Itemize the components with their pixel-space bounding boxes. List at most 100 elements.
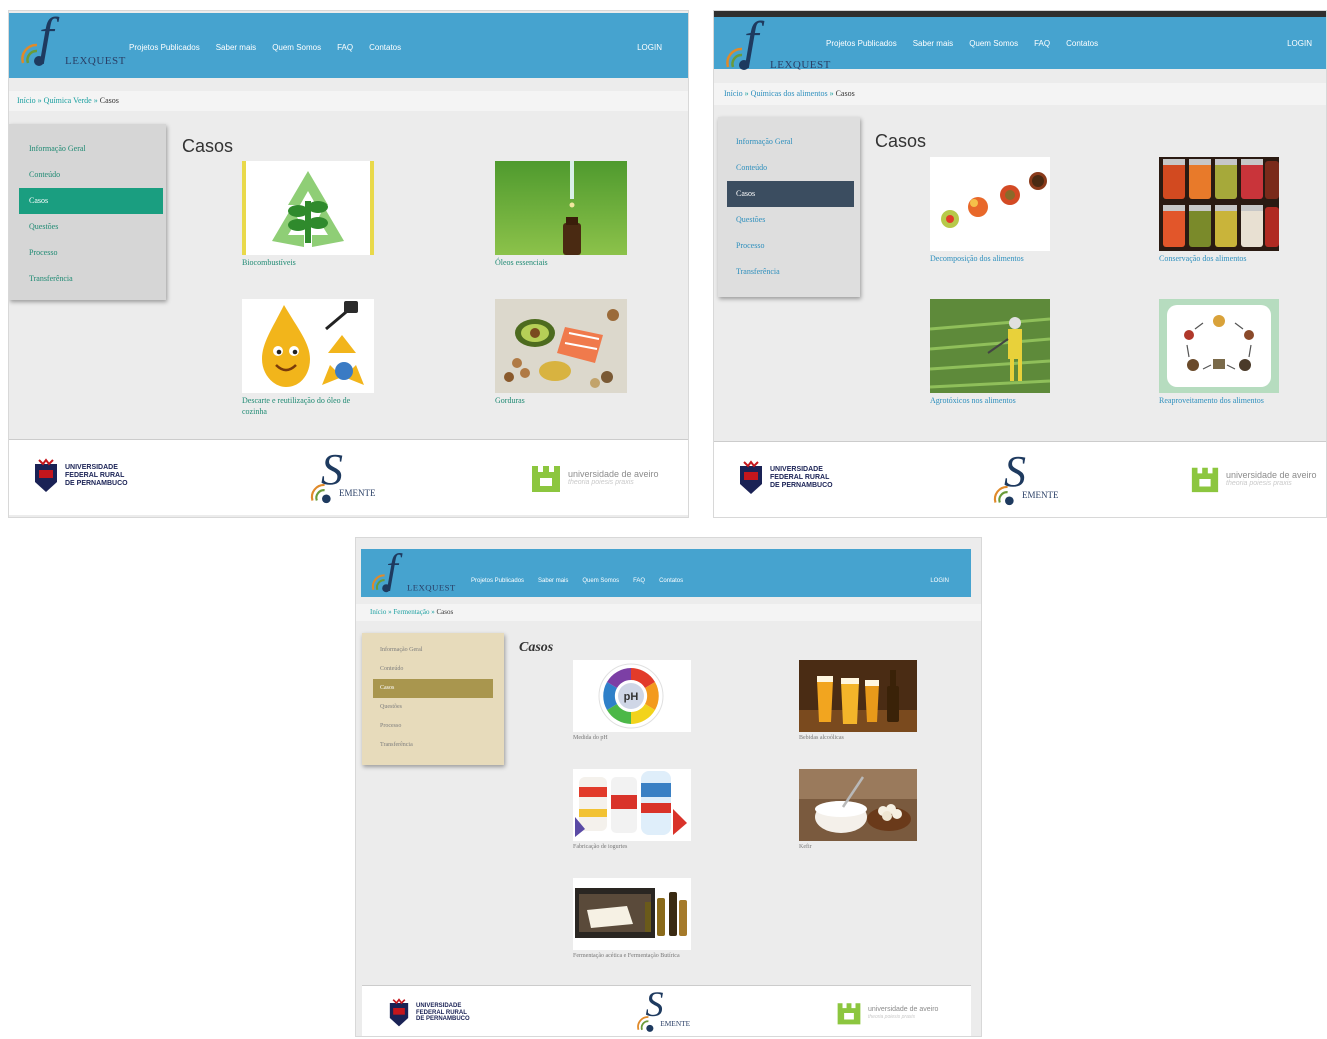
menu-casos[interactable]: Casos — [373, 679, 493, 698]
page-title: Casos — [519, 640, 554, 655]
nav-contatos[interactable]: Contatos — [659, 578, 683, 584]
case-card[interactable]: Reaproveitamento dos alimentos — [1159, 299, 1279, 406]
menu-processo[interactable]: Processo — [9, 240, 166, 266]
breadcrumb-current: Casos — [99, 96, 119, 105]
nav-saber-mais[interactable]: Saber mais — [913, 39, 953, 48]
case-card[interactable]: Descarte e reutilização do óleo de cozin… — [242, 299, 374, 417]
case-card[interactable]: Decomposição dos alimentos — [930, 157, 1050, 264]
aveiro-logo[interactable]: universidade de aveiro theoria poiesis p… — [530, 462, 659, 494]
login-link[interactable]: LOGIN — [637, 43, 662, 52]
aveiro-name: universidade de aveiro — [1226, 469, 1317, 480]
menu-questoes[interactable]: Questões — [9, 214, 166, 240]
case-card[interactable]: Biocombustíveis — [242, 161, 374, 268]
emente-letter: S — [321, 445, 343, 494]
header-bar: f LEXQUEST Projetos Publicados Saber mai… — [9, 11, 688, 78]
login-link[interactable]: LOGIN — [1287, 39, 1312, 48]
nav-projetos-publicados[interactable]: Projetos Publicados — [471, 578, 524, 584]
top-nav: Projetos Publicados Saber mais Quem Somo… — [826, 39, 1098, 48]
breadcrumb-section[interactable]: Química Verde — [44, 96, 92, 105]
menu-casos[interactable]: Casos — [727, 181, 854, 207]
case-card[interactable]: Agrotóxicos nos alimentos — [930, 299, 1050, 406]
ufrpe-logo[interactable]: UNIVERSIDADE FEDERAL RURAL DE PERNAMBUCO — [738, 460, 833, 496]
ufrpe-crest-icon — [740, 460, 762, 494]
lexquest-logo[interactable]: f LEXQUEST — [720, 15, 831, 75]
logo-text: LEXQUEST — [770, 59, 831, 71]
beer-glasses-image — [799, 660, 917, 732]
aveiro-castle-icon — [1191, 467, 1219, 493]
page-title: Casos — [875, 131, 927, 151]
case-card[interactable]: Fermentação acética e Fermentação Butíri… — [573, 878, 691, 960]
nav-contatos[interactable]: Contatos — [1066, 39, 1098, 48]
case-card[interactable]: pH Medida do pH — [573, 660, 691, 742]
case-card[interactable]: Fabricação de iogurtes — [573, 769, 691, 851]
aveiro-logo[interactable]: universidade de aveiro theoria poiesis p… — [836, 1000, 938, 1026]
emente-logo[interactable]: S EMENTE — [634, 984, 700, 1032]
aveiro-motto: theoria poiesis praxis — [1226, 480, 1292, 488]
nav-faq[interactable]: FAQ — [633, 578, 645, 584]
essential-oil-dropper-image — [495, 161, 627, 255]
menu-transferencia[interactable]: Transferência — [9, 266, 166, 292]
menu-casos[interactable]: Casos — [19, 188, 163, 214]
nav-faq[interactable]: FAQ — [1034, 39, 1050, 48]
menu-transferencia[interactable]: Transferência — [362, 736, 504, 755]
login-link[interactable]: LOGIN — [930, 578, 949, 584]
vinegar-cheese-image — [573, 878, 691, 950]
menu-questoes[interactable]: Questões — [718, 207, 860, 233]
page-title: Casos — [182, 136, 234, 156]
breadcrumb-section[interactable]: Químicas dos alimentos — [751, 89, 828, 98]
side-menu: Informação Geral Conteúdo Casos Questões… — [362, 633, 504, 765]
case-card[interactable]: Óleos essenciais — [495, 161, 627, 268]
menu-processo[interactable]: Processo — [718, 233, 860, 259]
ufrpe-logo[interactable]: UNIVERSIDADE FEDERAL RURAL DE PERNAMBUCO — [33, 458, 128, 494]
menu-informacao-geral[interactable]: Informação Geral — [718, 129, 860, 155]
emente-letter: S — [645, 984, 664, 1025]
case-label: Kefir — [799, 844, 812, 850]
ufrpe-line-2: FEDERAL RURAL — [770, 474, 830, 482]
screenshot-quimicas-dos-alimentos: f LEXQUEST Projetos Publicados Saber mai… — [713, 10, 1327, 518]
logo-text: LEXQUEST — [407, 583, 456, 593]
breadcrumb-section[interactable]: Fermentação — [393, 608, 429, 616]
breadcrumb-home[interactable]: Início — [370, 608, 386, 616]
breadcrumb-home[interactable]: Início — [724, 89, 743, 98]
menu-informacao-geral[interactable]: Informação Geral — [362, 641, 504, 660]
case-card[interactable]: Conservação dos alimentos — [1159, 157, 1279, 264]
ufrpe-line-1: UNIVERSIDADE — [770, 466, 823, 474]
case-card[interactable]: Bebidas alcoólicas — [799, 660, 917, 742]
breadcrumb-home[interactable]: Início — [17, 96, 36, 105]
aveiro-motto: theoria poiesis praxis — [868, 1013, 915, 1020]
case-card[interactable]: Gorduras — [495, 299, 627, 406]
menu-processo[interactable]: Processo — [362, 717, 504, 736]
lexquest-logo[interactable]: f LEXQUEST — [15, 11, 125, 71]
logo-letter: f — [386, 545, 398, 592]
emente-logo[interactable]: S EMENTE — [307, 448, 397, 508]
emente-text: EMENTE — [339, 488, 376, 498]
side-menu: Informação Geral Conteúdo Casos Questões… — [9, 124, 166, 300]
ufrpe-line-3: DE PERNAMBUCO — [65, 479, 128, 487]
menu-questoes[interactable]: Questões — [362, 698, 504, 717]
breadcrumb: Início » Química Verde » Casos — [9, 91, 688, 111]
nav-quem-somos[interactable]: Quem Somos — [582, 578, 619, 584]
nav-quem-somos[interactable]: Quem Somos — [969, 39, 1018, 48]
nav-projetos-publicados[interactable]: Projetos Publicados — [826, 39, 897, 48]
decaying-apples-image — [930, 157, 1050, 251]
yogurt-bottles-image — [573, 769, 691, 841]
menu-conteudo[interactable]: Conteúdo — [362, 660, 504, 679]
menu-conteudo[interactable]: Conteúdo — [718, 155, 860, 181]
menu-conteudo[interactable]: Conteúdo — [9, 162, 166, 188]
case-label: Conservação dos alimentos — [1159, 254, 1247, 263]
nav-quem-somos[interactable]: Quem Somos — [272, 43, 321, 52]
aveiro-logo[interactable]: universidade de aveiro theoria poiesis p… — [1190, 464, 1317, 494]
header-bar: f LEXQUEST Projetos Publicados Saber mai… — [714, 11, 1326, 71]
lexquest-logo[interactable]: f LEXQUEST — [367, 548, 456, 596]
ufrpe-logo[interactable]: UNIVERSIDADE FEDERAL RURAL DE PERNAMBUCO — [388, 998, 470, 1028]
nav-saber-mais[interactable]: Saber mais — [538, 578, 568, 584]
nav-saber-mais[interactable]: Saber mais — [216, 43, 256, 52]
nav-contatos[interactable]: Contatos — [369, 43, 401, 52]
menu-transferencia[interactable]: Transferência — [718, 259, 860, 285]
menu-informacao-geral[interactable]: Informação Geral — [9, 136, 166, 162]
case-card[interactable]: Kefir — [799, 769, 917, 851]
header-bar: f LEXQUEST Projetos Publicados Saber mai… — [361, 548, 971, 597]
nav-projetos-publicados[interactable]: Projetos Publicados — [129, 43, 200, 52]
emente-logo[interactable]: S EMENTE — [990, 450, 1080, 510]
nav-faq[interactable]: FAQ — [337, 43, 353, 52]
